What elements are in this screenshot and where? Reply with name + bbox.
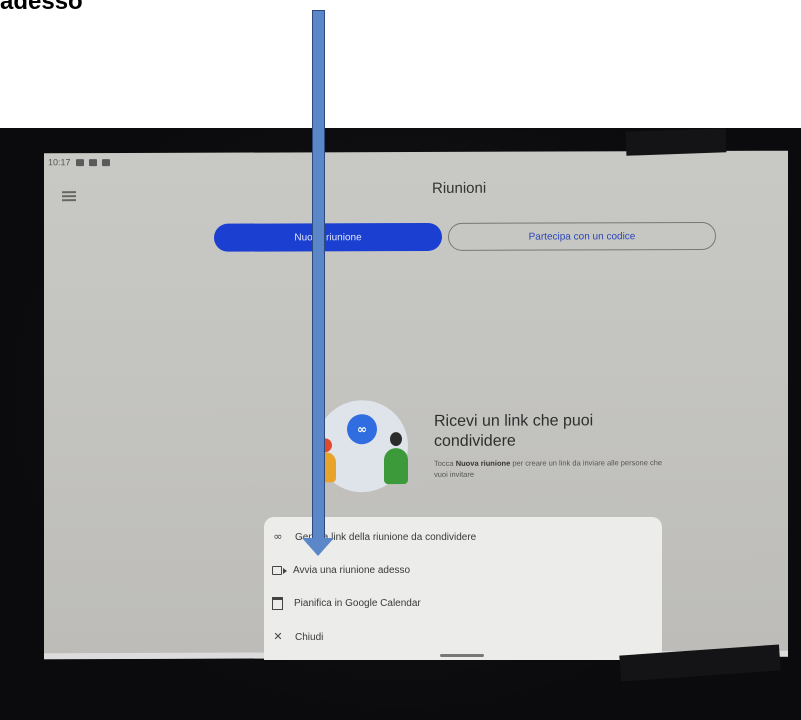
schedule-calendar-item[interactable]: Pianifica in Google Calendar: [272, 593, 421, 613]
status-bar: 10:17: [48, 157, 110, 167]
illustration: ∞: [314, 400, 408, 493]
caption-text: adesso: [0, 0, 83, 15]
youtube-icon: [88, 158, 97, 166]
hamburger-menu-icon[interactable]: [62, 191, 76, 202]
tape-top: [625, 128, 727, 156]
sheet-handle[interactable]: [440, 654, 484, 657]
info-title: Ricevi un link che puoi condividere: [434, 412, 594, 450]
info-text: Tocca Nuova riunione per creare un link …: [434, 458, 663, 479]
new-meeting-button[interactable]: Nuova riunione: [214, 222, 442, 252]
status-time: 10:17: [48, 157, 71, 168]
close-item[interactable]: ✕ Chiudi: [272, 627, 323, 647]
page-title: Riunioni: [432, 179, 487, 197]
annotation-arrow: [312, 10, 325, 542]
gallery-icon: [101, 158, 110, 166]
link-icon: ∞: [273, 530, 283, 543]
close-icon: ✕: [273, 630, 283, 643]
annotation-arrow-head: [302, 538, 334, 556]
schedule-calendar-label: Pianifica in Google Calendar: [294, 597, 421, 609]
close-label: Chiudi: [295, 631, 324, 643]
join-with-code-button[interactable]: Partecipa con un codice: [448, 221, 716, 251]
start-meeting-now-label: Avvia una riunione adesso: [293, 564, 411, 576]
start-meeting-now-item[interactable]: Avvia una riunione adesso: [272, 560, 410, 580]
notification-icon: [75, 158, 84, 166]
video-camera-icon: [272, 565, 287, 575]
link-icon: ∞: [347, 414, 377, 445]
calendar-icon: [272, 596, 283, 610]
